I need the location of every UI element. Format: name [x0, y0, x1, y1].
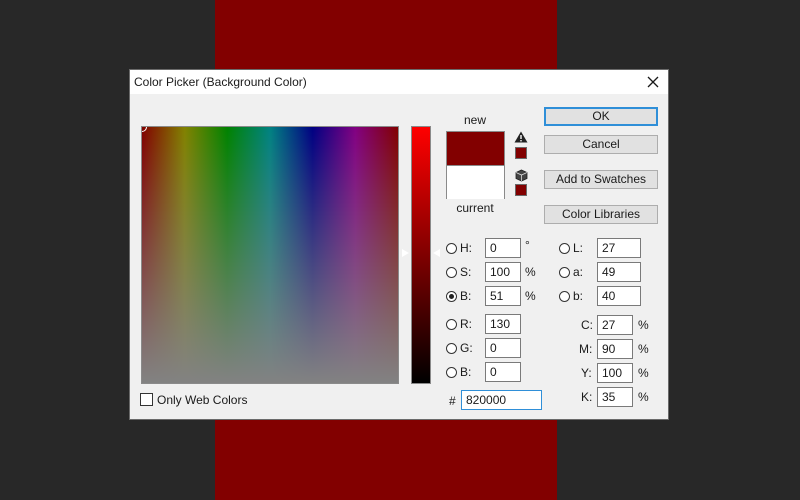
- hex-label: #: [449, 394, 456, 408]
- brightness-unit: %: [525, 289, 536, 303]
- radio-blue[interactable]: [446, 367, 457, 378]
- yellow-unit: %: [638, 366, 649, 380]
- blue-label: B:: [460, 365, 472, 379]
- color-slider[interactable]: [411, 126, 431, 384]
- hue-label: H:: [460, 241, 472, 255]
- brightness-input[interactable]: 51: [485, 286, 521, 306]
- lightness-input[interactable]: 27: [597, 238, 641, 258]
- color-preview: [446, 131, 505, 199]
- black-input[interactable]: 35: [597, 387, 633, 407]
- ok-button[interactable]: OK: [544, 107, 658, 126]
- dialog-titlebar: Color Picker (Background Color): [130, 70, 668, 94]
- radio-brightness[interactable]: [446, 291, 457, 302]
- hue-input[interactable]: 0: [485, 238, 521, 258]
- a-channel-input[interactable]: 49: [597, 262, 641, 282]
- radio-saturation[interactable]: [446, 267, 457, 278]
- b-channel-label: b:: [573, 289, 584, 303]
- red-label: R:: [460, 317, 472, 331]
- dialog-title: Color Picker (Background Color): [134, 75, 307, 89]
- a-channel-label: a:: [573, 265, 584, 279]
- green-input[interactable]: 0: [485, 338, 521, 358]
- radio-hue[interactable]: [446, 243, 457, 254]
- cyan-unit: %: [638, 318, 649, 332]
- color-picker-dialog: Color Picker (Background Color) new curr…: [129, 69, 669, 420]
- magenta-input[interactable]: 90: [597, 339, 633, 359]
- hex-input[interactable]: 820000: [461, 390, 542, 410]
- current-color-label: current: [456, 201, 494, 215]
- red-input[interactable]: 130: [485, 314, 521, 334]
- new-color-label: new: [463, 113, 486, 127]
- current-color-swatch[interactable]: [447, 166, 504, 199]
- magenta-unit: %: [638, 342, 649, 356]
- saturation-label: S:: [460, 265, 472, 279]
- yellow-input[interactable]: 100: [597, 363, 633, 383]
- b-channel-input[interactable]: 40: [597, 286, 641, 306]
- radio-lightness[interactable]: [559, 243, 570, 254]
- radio-a-channel[interactable]: [559, 267, 570, 278]
- web-safe-cube-icon: [515, 169, 528, 182]
- hue-unit: °: [525, 238, 530, 252]
- green-label: G:: [460, 341, 473, 355]
- black-label: K:: [581, 390, 593, 404]
- new-color-swatch: [447, 132, 504, 166]
- color-field-marker[interactable]: [142, 127, 147, 132]
- radio-b-channel[interactable]: [559, 291, 570, 302]
- gamut-warning-swatch[interactable]: [515, 147, 527, 159]
- slider-handle-left[interactable]: [402, 249, 409, 257]
- color-libraries-button[interactable]: Color Libraries: [544, 205, 658, 224]
- yellow-label: Y:: [581, 366, 592, 380]
- gamut-warning-icon: [514, 131, 528, 143]
- only-web-colors-checkbox[interactable]: [140, 393, 153, 406]
- color-field[interactable]: [141, 126, 399, 384]
- lightness-label: L:: [573, 241, 584, 255]
- saturation-unit: %: [525, 265, 536, 279]
- add-to-swatches-button[interactable]: Add to Swatches: [544, 170, 658, 189]
- cyan-label: C:: [581, 318, 593, 332]
- radio-green[interactable]: [446, 343, 457, 354]
- brightness-label: B:: [460, 289, 472, 303]
- web-safe-swatch[interactable]: [515, 184, 527, 196]
- radio-red[interactable]: [446, 319, 457, 330]
- cyan-input[interactable]: 27: [597, 315, 633, 335]
- cancel-button[interactable]: Cancel: [544, 135, 658, 154]
- slider-handle-right[interactable]: [433, 249, 440, 257]
- saturation-input[interactable]: 100: [485, 262, 521, 282]
- black-unit: %: [638, 390, 649, 404]
- magenta-label: M:: [579, 342, 593, 356]
- only-web-colors-label: Only Web Colors: [157, 393, 248, 407]
- close-icon[interactable]: [644, 73, 662, 91]
- blue-input[interactable]: 0: [485, 362, 521, 382]
